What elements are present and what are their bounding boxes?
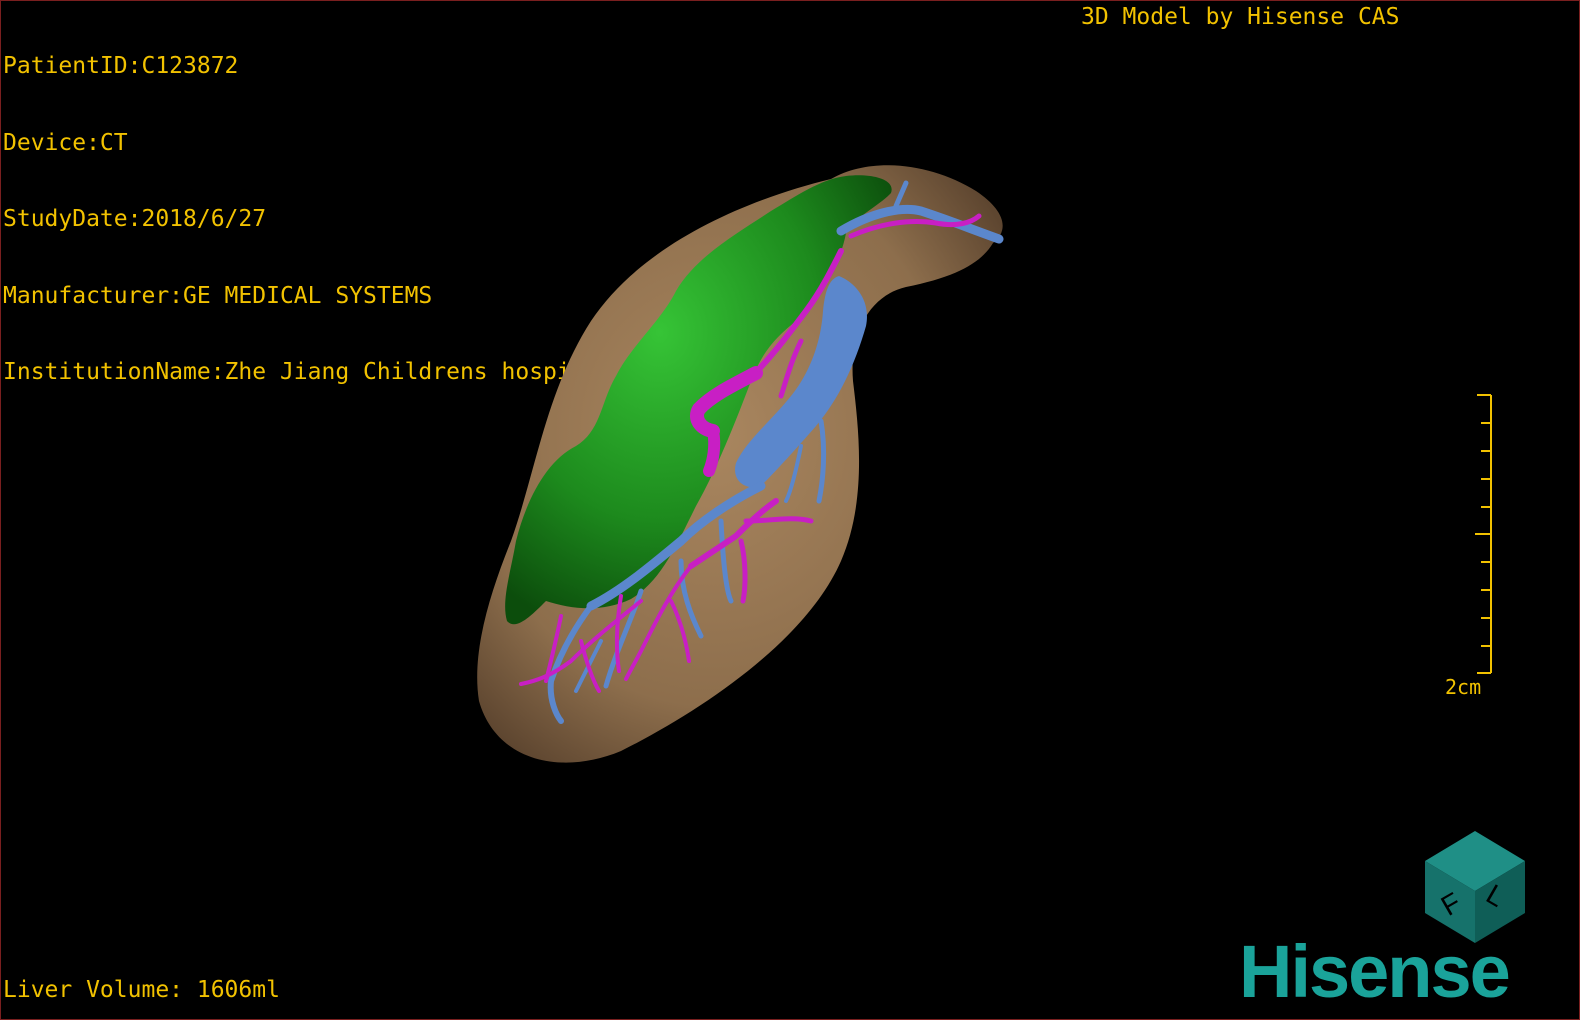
scale-bar-label: 2cm bbox=[1445, 675, 1482, 699]
3d-viewport[interactable]: PatientID:C123872 Device:CT StudyDate:20… bbox=[0, 0, 1580, 1020]
scale-bar bbox=[1475, 394, 1492, 674]
liver-volume: Liver Volume: 1606ml bbox=[3, 977, 280, 1003]
liver-3d-model[interactable] bbox=[1, 1, 1580, 1020]
hisense-logo: Hisense bbox=[1239, 930, 1511, 1013]
